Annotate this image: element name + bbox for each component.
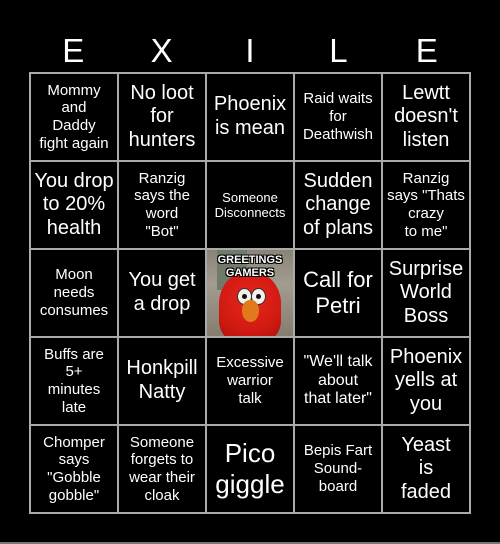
bingo-cell[interactable]: Someone forgets to wear their cloak <box>118 425 206 513</box>
header-letter-e1: E <box>62 31 85 69</box>
header-letter-e2: E <box>415 31 438 69</box>
header-letter-l: L <box>329 31 348 69</box>
header-letter-x: X <box>150 31 173 69</box>
bingo-cell[interactable]: No loot for hunters <box>118 73 206 161</box>
bingo-header: E X I L E <box>29 28 471 72</box>
bingo-cell[interactable]: Ranzig says the word "Bot" <box>118 161 206 249</box>
bingo-cell[interactable]: You drop to 20% health <box>30 161 118 249</box>
bingo-cell[interactable]: Raid waits for Deathwish <box>294 73 382 161</box>
bingo-cell[interactable]: Lewtt doesn't listen <box>382 73 470 161</box>
bingo-cell[interactable]: Sudden change of plans <box>294 161 382 249</box>
elmo-nose <box>242 300 259 322</box>
bingo-cell[interactable]: Chomper says "Gobble gobble" <box>30 425 118 513</box>
bingo-cell[interactable]: Bepis Fart Sound- board <box>294 425 382 513</box>
free-space-caption: GREETINGS GAMERS <box>217 254 283 279</box>
bingo-cell[interactable]: Ranzig says "Thats crazy to me" <box>382 161 470 249</box>
bingo-cell[interactable]: Phoenix is mean <box>206 73 294 161</box>
bingo-board: Mommy and Daddy fight again No loot for … <box>29 72 471 514</box>
bingo-cell[interactable]: Excessive warrior talk <box>206 337 294 425</box>
bingo-cell[interactable]: Someone Disconnects <box>206 161 294 249</box>
header-letter-i: I <box>245 31 255 69</box>
bingo-cell[interactable]: Phoenix yells at you <box>382 337 470 425</box>
bingo-cell[interactable]: Call for Petri <box>294 249 382 337</box>
bingo-cell[interactable]: Pico giggle <box>206 425 294 513</box>
elmo-image: GREETINGS GAMERS <box>207 250 293 336</box>
bingo-cell[interactable]: Yeast is faded <box>382 425 470 513</box>
bingo-cell[interactable]: Buffs are 5+ minutes late <box>30 337 118 425</box>
bingo-cell[interactable]: "We'll talk about that later" <box>294 337 382 425</box>
bingo-cell[interactable]: Honkpill Natty <box>118 337 206 425</box>
bingo-cell[interactable]: Mommy and Daddy fight again <box>30 73 118 161</box>
bingo-cell[interactable]: You get a drop <box>118 249 206 337</box>
free-space-cell[interactable]: GREETINGS GAMERS <box>206 249 294 337</box>
bingo-cell[interactable]: Surprise World Boss <box>382 249 470 337</box>
bingo-cell[interactable]: Moon needs consumes <box>30 249 118 337</box>
